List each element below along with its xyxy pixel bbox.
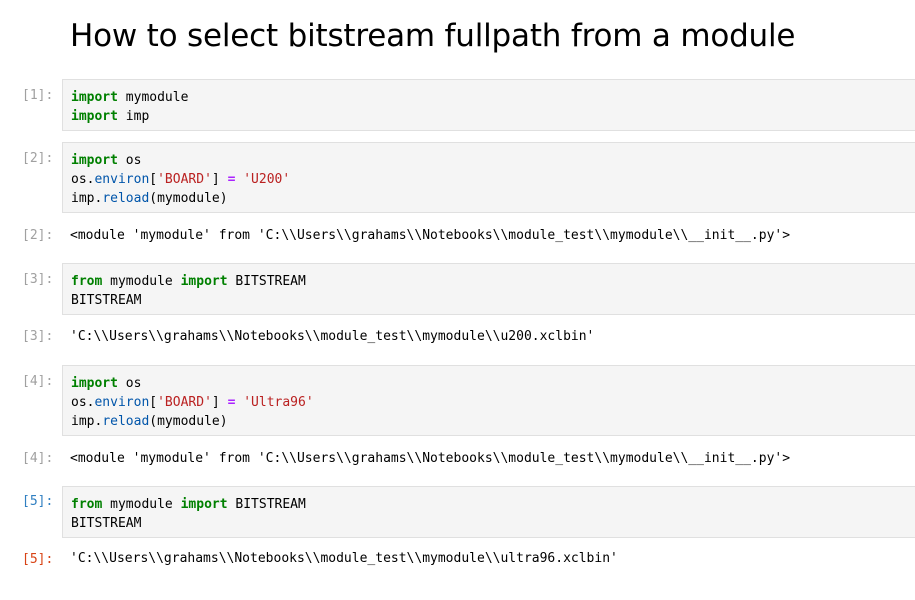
code-text: os. <box>71 172 95 187</box>
code-line: imp.reload(mymodule) <box>71 412 915 431</box>
input-prompt: [1]: <box>22 88 54 103</box>
code-text: mymodule <box>102 274 181 289</box>
code-text: ] <box>211 395 228 410</box>
cell-output: <module 'mymodule' from 'C:\\Users\\grah… <box>70 228 791 243</box>
output-prompt: [4]: <box>22 451 54 466</box>
code-line: from mymodule import BITSTREAM <box>71 495 915 514</box>
code-text: ] <box>211 172 228 187</box>
string-literal: 'BOARD' <box>157 395 212 410</box>
code-line: import imp <box>71 107 915 126</box>
code-line: import os <box>71 374 915 393</box>
keyword: import <box>180 497 228 512</box>
code-text: (mymodule) <box>149 191 228 206</box>
code-line: BITSTREAM <box>71 293 142 308</box>
code-line: os.environ['BOARD'] = 'Ultra96' <box>71 393 915 412</box>
code-text: os <box>117 376 142 391</box>
keyword: import <box>71 109 118 124</box>
code-text: imp <box>117 109 150 124</box>
code-text: mymodule <box>102 497 181 512</box>
notebook-title: How to select bitstream fullpath from a … <box>70 18 796 54</box>
code-input[interactable]: import os os.environ['BOARD'] = 'U200' i… <box>62 142 915 213</box>
code-text: (mymodule) <box>149 414 228 429</box>
input-prompt: [4]: <box>22 374 54 389</box>
attribute: reload <box>102 191 150 206</box>
input-prompt: [5]: <box>22 494 54 509</box>
code-text: mymodule <box>117 90 189 105</box>
code-input[interactable]: import mymodule import imp <box>62 79 915 131</box>
cell-output: 'C:\\Users\\grahams\\Notebooks\\module_t… <box>70 551 618 566</box>
code-line: import mymodule <box>71 88 915 107</box>
keyword: import <box>71 90 118 105</box>
code-text: [ <box>149 172 158 187</box>
input-prompt: [2]: <box>22 151 54 166</box>
output-prompt: [3]: <box>22 329 54 344</box>
keyword: import <box>71 376 118 391</box>
attribute: environ <box>94 172 150 187</box>
keyword: from <box>71 497 103 512</box>
code-input[interactable]: from mymodule import BITSTREAM BITSTREAM <box>62 263 915 315</box>
code-line: os.environ['BOARD'] = 'U200' <box>71 170 915 189</box>
code-text: imp. <box>71 191 103 206</box>
code-line: imp.reload(mymodule) <box>71 189 915 208</box>
attribute: reload <box>102 414 150 429</box>
string-literal: 'Ultra96' <box>243 395 314 410</box>
code-line: import os <box>71 151 915 170</box>
output-prompt: [5]: <box>22 552 54 567</box>
string-literal: 'U200' <box>243 172 291 187</box>
code-text: [ <box>149 395 158 410</box>
keyword: import <box>180 274 228 289</box>
code-text: BITSTREAM <box>227 274 306 289</box>
cell-output: 'C:\\Users\\grahams\\Notebooks\\module_t… <box>70 329 595 344</box>
keyword: import <box>71 153 118 168</box>
code-input[interactable]: from mymodule import BITSTREAM BITSTREAM <box>62 486 915 538</box>
code-line: from mymodule import BITSTREAM <box>71 272 915 291</box>
code-text: os. <box>71 395 95 410</box>
input-prompt: [3]: <box>22 272 54 287</box>
string-literal: 'BOARD' <box>157 172 212 187</box>
code-text: os <box>117 153 142 168</box>
keyword: from <box>71 274 103 289</box>
attribute: environ <box>94 395 150 410</box>
cell-output: <module 'mymodule' from 'C:\\Users\\grah… <box>70 451 791 466</box>
code-input[interactable]: import os os.environ['BOARD'] = 'Ultra96… <box>62 365 915 436</box>
output-prompt: [2]: <box>22 228 54 243</box>
code-text: imp. <box>71 414 103 429</box>
code-text: BITSTREAM <box>227 497 306 512</box>
code-line: BITSTREAM <box>71 516 142 531</box>
